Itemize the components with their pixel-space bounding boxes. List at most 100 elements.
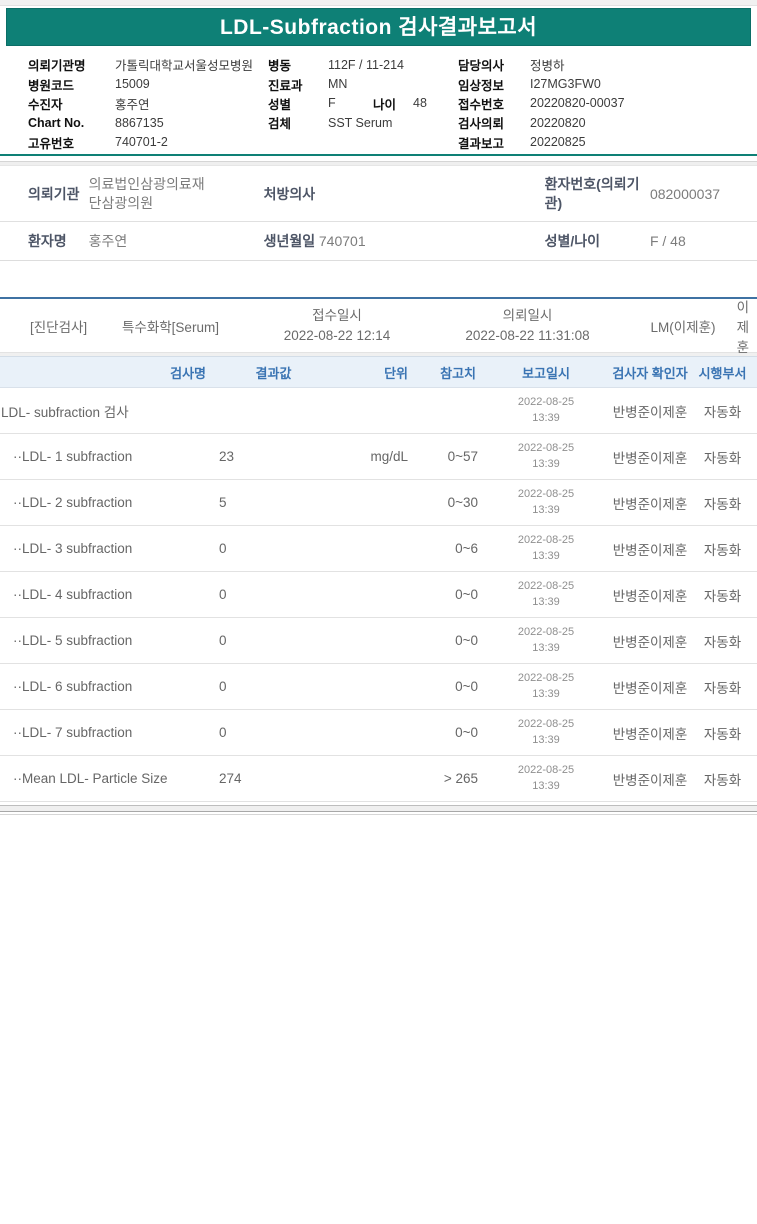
report-date: 2022-08-25: [517, 717, 575, 730]
report-date: 2022-08-25: [517, 487, 575, 500]
field-value: 20220825: [530, 135, 586, 150]
field-label: 성별: [268, 97, 292, 112]
result-value: 0: [212, 709, 335, 756]
field-label: 병동: [268, 59, 292, 74]
table-row: ··LDL- 1 subfraction 23 mg/dL 0~57 2022-…: [0, 433, 757, 480]
test-name: ··LDL- 4 subfraction: [0, 571, 212, 618]
unit-value: [335, 525, 412, 572]
header-examiner-verifier: 검사자 확인자: [612, 356, 688, 388]
test-name: ··LDL- 6 subfraction: [0, 663, 212, 710]
exam-test-group: 특수화학[Serum]: [122, 319, 219, 335]
examiner-verifier: 반병준이제훈: [612, 663, 688, 710]
reference-range: 0~30: [412, 479, 480, 526]
page-top-strip: [0, 0, 757, 6]
field-value: F: [328, 96, 336, 111]
unit-value: mg/dL: [335, 433, 412, 480]
field-value: MN: [328, 77, 348, 92]
patient-name-label: 환자명: [28, 233, 67, 249]
field-value: 홍주연: [115, 97, 150, 112]
report-time: 13:39: [532, 549, 560, 562]
reference-range: 0~57: [412, 433, 480, 480]
field-value: 8867135: [115, 115, 164, 130]
report-title: LDL-Subfraction 검사결과보고서: [6, 8, 751, 46]
field-label: 결과보고: [458, 136, 505, 151]
field-label: 나이: [373, 97, 397, 112]
test-name: LDL- subfraction 검사: [0, 387, 212, 434]
header-test-name: 검사명: [0, 356, 212, 388]
header-reference: 참고치: [412, 356, 480, 388]
result-value: 0: [212, 663, 335, 710]
sex-age-label: 성별/나이: [544, 232, 601, 249]
department: 자동화: [688, 755, 757, 802]
examiner-verifier: 반병준이제훈: [612, 571, 688, 618]
examiner-verifier: 반병준이제훈: [612, 387, 688, 434]
report-datetime: 2022-08-25 13:39: [480, 433, 612, 480]
field-label: Chart No.: [28, 115, 85, 130]
report-time: 13:39: [532, 687, 560, 700]
test-name: ··LDL- 3 subfraction: [0, 525, 212, 572]
patient-info-col3: 담당의사 정병하 임상정보 I27MG3FW0 접수번호 20220820-00037…: [458, 55, 748, 152]
result-value: 5: [212, 479, 335, 526]
result-value: 0: [212, 525, 335, 572]
unit-value: [335, 663, 412, 710]
report-date: 2022-08-25: [517, 671, 575, 684]
field-label: 검사의뢰: [458, 117, 505, 132]
report-time: 13:39: [532, 457, 560, 470]
unit-value: [335, 755, 412, 802]
table-row: ··LDL- 2 subfraction 5 0~30 2022-08-25 13…: [0, 479, 757, 526]
table-row: ··LDL- 3 subfraction 0 0~6 2022-08-25 13:…: [0, 525, 757, 572]
report-time: 13:39: [532, 733, 560, 746]
department: 자동화: [688, 387, 757, 434]
table-row: ··LDL- 5 subfraction 0 0~0 2022-08-25 13:…: [0, 617, 757, 664]
table-row: ··LDL- 6 subfraction 0 0~0 2022-08-25 13:…: [0, 663, 757, 710]
report-time: 13:39: [532, 503, 560, 516]
field-label: 진료과: [268, 78, 303, 93]
result-value: 0: [212, 571, 335, 618]
birthdate-value: 740701: [318, 233, 366, 249]
department: 자동화: [688, 525, 757, 572]
unit-value: [335, 617, 412, 664]
reporter-name: 이제훈: [736, 299, 749, 355]
field-label: 임상정보: [458, 78, 505, 93]
request-label: 의뢰일시: [502, 307, 553, 323]
receipt-datetime: 접수일시 2022-08-22 12:14: [252, 306, 422, 345]
examiner-verifier: 반병준이제훈: [612, 525, 688, 572]
result-value: 0: [212, 617, 335, 664]
test-name: ··LDL- 1 subfraction: [0, 433, 212, 480]
prescribing-doctor-label: 처방의사: [263, 185, 316, 202]
report-datetime: 2022-08-25 13:39: [480, 617, 612, 664]
report-datetime: 2022-08-25 13:39: [480, 479, 612, 526]
report-date: 2022-08-25: [517, 579, 575, 592]
referral-org-value: 의료법인삼광의료재단삼광의원: [88, 176, 205, 211]
result-value: [212, 387, 335, 434]
report-datetime: 2022-08-25 13:39: [480, 709, 612, 756]
field-label: 수진자: [28, 97, 63, 112]
examiner-verifier: 반병준이제훈: [612, 709, 688, 756]
examiner-verifier: 반병준이제훈: [612, 755, 688, 802]
report-datetime: 2022-08-25 13:39: [480, 525, 612, 572]
report-time: 13:39: [532, 641, 560, 654]
test-name: ··LDL- 7 subfraction: [0, 709, 212, 756]
table-row: ··LDL- 4 subfraction 0 0~0 2022-08-25 13:…: [0, 571, 757, 618]
report-time: 13:39: [532, 779, 560, 792]
field-label: 고유번호: [28, 136, 75, 151]
result-value: 274: [212, 755, 335, 802]
report-time: 13:39: [532, 411, 560, 424]
header-unit: 단위: [335, 356, 412, 388]
examiner-verifier: 반병준이제훈: [612, 433, 688, 480]
report-datetime: 2022-08-25 13:39: [480, 387, 612, 434]
table-row: LDL- subfraction 검사 2022-08-25 13:39 반병준이…: [0, 387, 757, 434]
request-datetime: 의뢰일시 2022-08-22 11:31:08: [430, 306, 625, 345]
report-datetime: 2022-08-25 13:39: [480, 663, 612, 710]
department: 자동화: [688, 663, 757, 710]
field-value: 가톨릭대학교서울성모병원: [115, 59, 254, 74]
department: 자동화: [688, 709, 757, 756]
referral-row: 의뢰기관 의료법인삼광의료재단삼광의원 처방의사 환자번호(의뢰기관) 0820…: [0, 166, 757, 222]
results-table: 검사명 결과값 단위 참고치 보고일시 검사자 확인자 시행부서 LDL- su…: [0, 356, 757, 802]
exam-meta-row: [진단검사] 특수화학[Serum] 접수일시 2022-08-22 12:14…: [0, 299, 757, 355]
receipt-value: 2022-08-22 12:14: [283, 327, 391, 343]
department: 자동화: [688, 617, 757, 664]
reference-range: 0~0: [412, 571, 480, 618]
field-value: 112F / 11-214: [328, 57, 404, 72]
unit-value: [335, 571, 412, 618]
